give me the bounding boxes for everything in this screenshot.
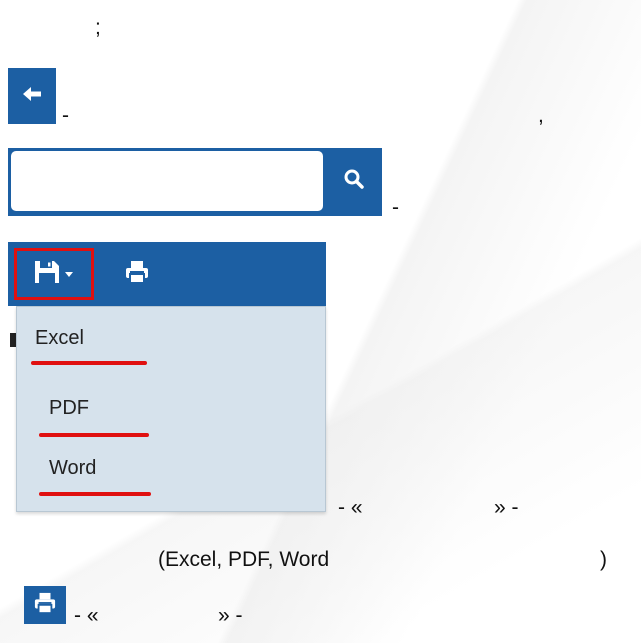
text-formats-close: ): [600, 548, 607, 571]
floppy-disk-icon: [34, 260, 60, 289]
back-button[interactable]: [8, 68, 56, 124]
caret-down-icon: [64, 265, 74, 283]
print-button-example[interactable]: [24, 586, 66, 624]
text-semicolon: ;: [95, 16, 101, 39]
export-dropdown-button[interactable]: [14, 248, 94, 300]
text-formats: (Excel, PDF, Word: [158, 548, 330, 571]
text-quote-close: » -: [494, 496, 519, 519]
text-print-quote-close: » -: [218, 604, 243, 627]
arrow-left-icon: [21, 84, 43, 109]
highlight-underline: [39, 433, 149, 437]
menu-item-word[interactable]: Word: [49, 457, 96, 480]
search-widget: [8, 148, 382, 216]
print-button[interactable]: [112, 248, 162, 300]
text-print-quote-open: - «: [74, 604, 99, 627]
text-quote-open: - «: [338, 496, 363, 519]
menu-item-pdf[interactable]: PDF: [49, 397, 89, 420]
export-toolbar: [8, 242, 326, 306]
highlight-underline: [39, 492, 151, 496]
search-input[interactable]: [11, 151, 323, 211]
printer-icon: [125, 260, 149, 289]
highlight-underline: [31, 361, 147, 365]
text-dash-search: -: [392, 196, 399, 219]
text-comma: ,: [538, 104, 544, 127]
printer-icon: [34, 592, 56, 619]
search-icon: [343, 168, 365, 195]
search-button[interactable]: [326, 151, 382, 211]
menu-item-excel[interactable]: Excel: [35, 327, 84, 350]
text-dash-back: -: [62, 104, 69, 127]
export-format-menu: Excel PDF Word: [16, 306, 326, 512]
